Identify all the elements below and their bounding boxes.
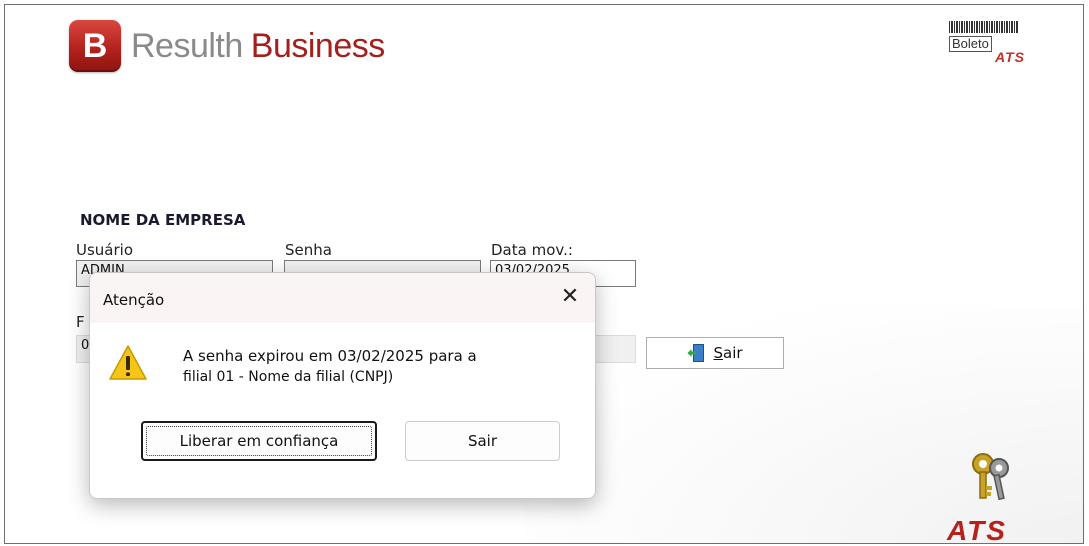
keys-icon — [972, 453, 1009, 501]
exit-dialog-button[interactable]: Sair — [405, 421, 560, 461]
dialog-message-line1: A senha expirou em 03/02/2025 para a — [183, 347, 477, 365]
exit-dialog-button-label: Sair — [467, 432, 498, 450]
branch-label: F — [76, 313, 85, 331]
login-window: B Resulth Business Boleto ATS NOME DA EMP… — [4, 4, 1084, 544]
boleto-label: Boleto — [949, 36, 992, 52]
exit-button[interactable]: Sair — [646, 337, 784, 369]
boleto-ats-logo: Boleto ATS — [949, 21, 1029, 73]
brand-name: Resulth Business — [131, 27, 385, 66]
exit-door-icon — [687, 344, 705, 362]
attention-dialog: Atenção ✕ A senha expirou em 03/02/2025 … — [89, 272, 596, 499]
dialog-message: A senha expirou em 03/02/2025 para a fil… — [183, 346, 563, 388]
ats-logo: ATS — [947, 515, 1007, 544]
brand-bold: Business — [250, 26, 385, 65]
brand-light: Resulth — [131, 26, 243, 65]
dialog-titlebar: Atenção ✕ — [90, 273, 595, 323]
exit-button-label: Sair — [713, 344, 743, 362]
barcode-icon — [949, 21, 1019, 33]
dialog-title: Atenção — [103, 291, 165, 309]
password-label: Senha — [285, 241, 332, 259]
focus-ring — [146, 426, 372, 456]
warning-icon — [109, 345, 147, 380]
resulth-business-logo: B Resulth Business — [69, 20, 385, 72]
close-icon[interactable]: ✕ — [560, 286, 580, 308]
dialog-message-line2: filial 01 - Nome da filial (CNPJ) — [183, 369, 394, 385]
date-label: Data mov.: — [491, 241, 573, 259]
logo-b-icon: B — [69, 20, 121, 72]
company-name: NOME DA EMPRESA — [80, 211, 246, 229]
boleto-ats-label: ATS — [995, 49, 1025, 65]
trust-release-button[interactable]: Liberar em confiança — [141, 421, 377, 461]
user-label: Usuário — [76, 241, 134, 259]
